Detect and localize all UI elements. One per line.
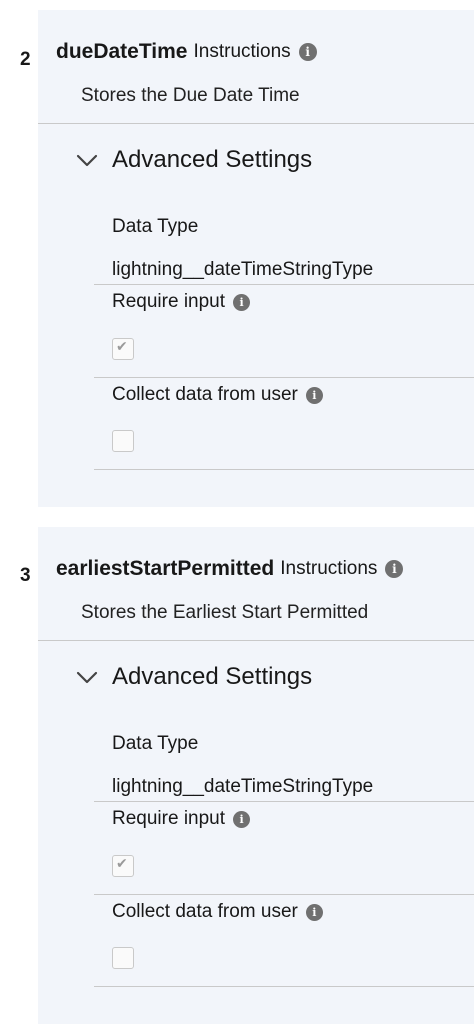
chevron-down-icon bbox=[76, 671, 98, 684]
collect-data-checkbox[interactable] bbox=[112, 430, 134, 452]
data-type-value: lightning__dateTimeStringType bbox=[112, 259, 374, 280]
advanced-settings-toggle[interactable]: Advanced Settings bbox=[74, 146, 312, 174]
advanced-settings-label: Advanced Settings bbox=[112, 146, 313, 173]
variable-section-1: 2 dueDateTime Instructions i Stores the … bbox=[0, 0, 474, 515]
divider bbox=[94, 284, 474, 285]
require-input-text: Require input bbox=[112, 808, 226, 829]
card-title: earliestStartPermitted Instructions i bbox=[56, 557, 404, 581]
variable-section-2: 3 earliestStartPermitted Instructions i … bbox=[0, 517, 474, 1031]
variable-description: Stores the Due Date Time bbox=[81, 85, 300, 106]
collect-data-label: Collect data from user i bbox=[112, 901, 323, 923]
variable-description: Stores the Earliest Start Permitted bbox=[81, 602, 369, 623]
require-input-checkbox[interactable]: ✔ bbox=[112, 855, 134, 877]
info-icon[interactable]: i bbox=[298, 43, 317, 61]
instructions-label: Instructions bbox=[280, 558, 378, 579]
divider bbox=[94, 894, 474, 895]
advanced-settings-label: Advanced Settings bbox=[112, 663, 313, 690]
check-icon: ✔ bbox=[116, 339, 128, 355]
collect-data-text: Collect data from user bbox=[112, 901, 298, 922]
info-icon[interactable]: i bbox=[305, 903, 323, 921]
collect-data-label: Collect data from user i bbox=[112, 384, 323, 406]
require-input-checkbox[interactable]: ✔ bbox=[112, 338, 134, 360]
divider bbox=[94, 986, 474, 987]
collect-data-checkbox[interactable] bbox=[112, 947, 134, 969]
data-type-label: Data Type bbox=[112, 733, 199, 754]
card-title: dueDateTime Instructions i bbox=[56, 40, 317, 64]
divider bbox=[94, 377, 474, 378]
divider bbox=[94, 801, 474, 802]
require-input-text: Require input bbox=[112, 291, 226, 312]
collect-data-text: Collect data from user bbox=[112, 384, 298, 405]
variable-name: dueDateTime bbox=[56, 40, 188, 63]
info-icon[interactable]: i bbox=[233, 293, 251, 311]
instructions-label: Instructions bbox=[193, 41, 291, 62]
info-icon[interactable]: i bbox=[385, 560, 404, 578]
info-icon[interactable]: i bbox=[305, 386, 323, 404]
variable-name: earliestStartPermitted bbox=[56, 557, 275, 580]
chevron-down-icon bbox=[76, 154, 98, 167]
require-input-label: Require input i bbox=[112, 808, 251, 830]
divider bbox=[38, 123, 474, 124]
require-input-label: Require input i bbox=[112, 291, 251, 313]
data-type-label: Data Type bbox=[112, 216, 199, 237]
divider bbox=[94, 469, 474, 470]
check-icon: ✔ bbox=[116, 856, 128, 872]
info-icon[interactable]: i bbox=[233, 810, 251, 828]
advanced-settings-toggle[interactable]: Advanced Settings bbox=[74, 663, 312, 691]
variable-card: earliestStartPermitted Instructions i St… bbox=[38, 527, 474, 1024]
step-number: 2 bbox=[20, 49, 31, 70]
step-number: 3 bbox=[20, 565, 31, 586]
divider bbox=[38, 640, 474, 641]
variable-card: dueDateTime Instructions i Stores the Du… bbox=[38, 10, 474, 507]
data-type-value: lightning__dateTimeStringType bbox=[112, 776, 374, 797]
